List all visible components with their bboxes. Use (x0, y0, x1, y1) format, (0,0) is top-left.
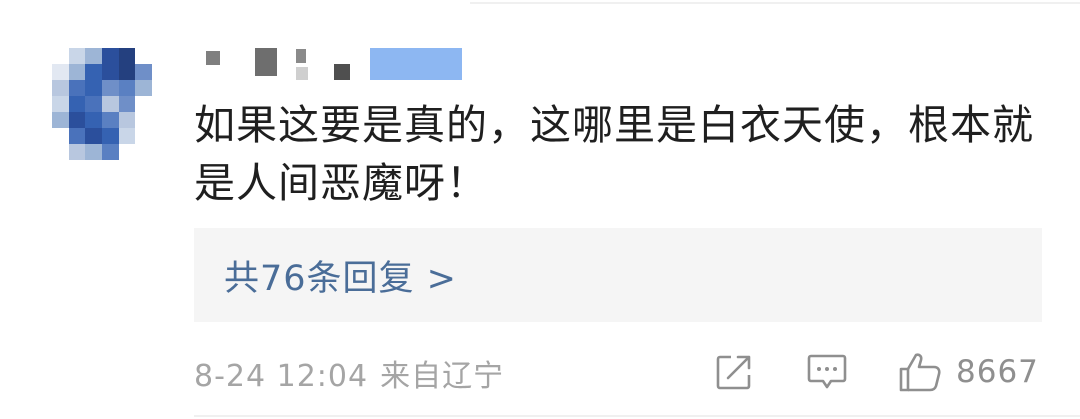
share-button[interactable] (714, 349, 754, 395)
avatar-pixel (52, 144, 69, 160)
avatar-pixel (118, 112, 136, 128)
avatar-pixel (135, 64, 152, 80)
avatar-pixel (135, 112, 152, 128)
avatar-pixel (101, 96, 119, 112)
avatar-pixel (101, 144, 119, 160)
view-replies-link[interactable]: 共76条回复 > (224, 250, 457, 301)
avatar-pixel (101, 128, 119, 144)
share-icon (716, 355, 751, 390)
avatar-pixel (119, 144, 136, 160)
comment-meta: 8-24 12:04 来自辽宁 (194, 351, 504, 395)
avatar-pixel (85, 64, 102, 80)
top-divider (470, 2, 1080, 4)
comment-button[interactable] (806, 349, 848, 395)
avatar-pixel (135, 128, 152, 144)
avatar-pixel (68, 96, 86, 112)
avatar-pixel (68, 128, 86, 144)
avatar-pixel (68, 48, 86, 64)
avatar-pixel (52, 128, 69, 144)
avatar-pixel (135, 48, 152, 64)
avatar-pixel (85, 144, 102, 160)
avatar-pixel (118, 80, 136, 96)
username-mosaic-block (206, 51, 220, 65)
avatar-pixel (118, 96, 136, 112)
avatar-pixel (101, 112, 119, 128)
bottom-divider (194, 415, 1080, 417)
avatar-pixel (85, 80, 102, 96)
username-mosaic-block (296, 49, 306, 63)
avatar-pixel (135, 96, 152, 112)
avatar-pixel (85, 128, 102, 144)
username-redacted[interactable] (200, 46, 465, 88)
avatar-pixel (52, 96, 69, 112)
avatar-pixel (85, 112, 102, 128)
avatar-pixel (135, 144, 152, 160)
avatar-pixel (85, 48, 102, 64)
avatar-pixel (101, 48, 119, 64)
replies-box[interactable]: 共76条回复 > (194, 228, 1042, 322)
comment-date: 8-24 12:04 (194, 359, 369, 394)
avatar-pixel (135, 80, 152, 96)
avatar-pixel (118, 64, 136, 80)
avatar-pixel (68, 112, 86, 128)
username-mosaic-block (370, 48, 462, 80)
avatar-pixel (118, 128, 136, 144)
avatar-pixel (52, 80, 69, 96)
avatar-pixel (101, 64, 119, 80)
avatar-pixel (68, 144, 86, 160)
like-count: 8667 (956, 354, 1039, 390)
avatar-pixel (85, 96, 102, 112)
avatar-pixel (52, 112, 69, 128)
like-button[interactable]: 8667 (898, 349, 1039, 395)
avatar-pixel (68, 80, 86, 96)
username-mosaic-block (255, 48, 277, 76)
avatar-pixel (52, 64, 69, 80)
thumbs-up-icon (899, 353, 941, 392)
comment-source: 来自辽宁 (380, 359, 505, 394)
comment-footer: 8-24 12:04 来自辽宁 8667 (194, 345, 1042, 399)
avatar-pixel (101, 80, 119, 96)
username-mosaic-block (334, 64, 350, 80)
comment-text: 如果这要是真的，这哪里是白衣天使，根本就是人间恶魔呀！ (194, 101, 1034, 207)
comment-icon (807, 354, 847, 389)
username-mosaic-block (296, 67, 308, 80)
comment-card: 如果这要是真的，这哪里是白衣天使，根本就是人间恶魔呀！ 共76条回复 > 8-2… (0, 0, 1080, 419)
avatar-pixel (68, 64, 86, 80)
avatar-pixel (118, 48, 136, 64)
avatar-pixel (52, 48, 69, 64)
avatar[interactable] (52, 48, 152, 160)
